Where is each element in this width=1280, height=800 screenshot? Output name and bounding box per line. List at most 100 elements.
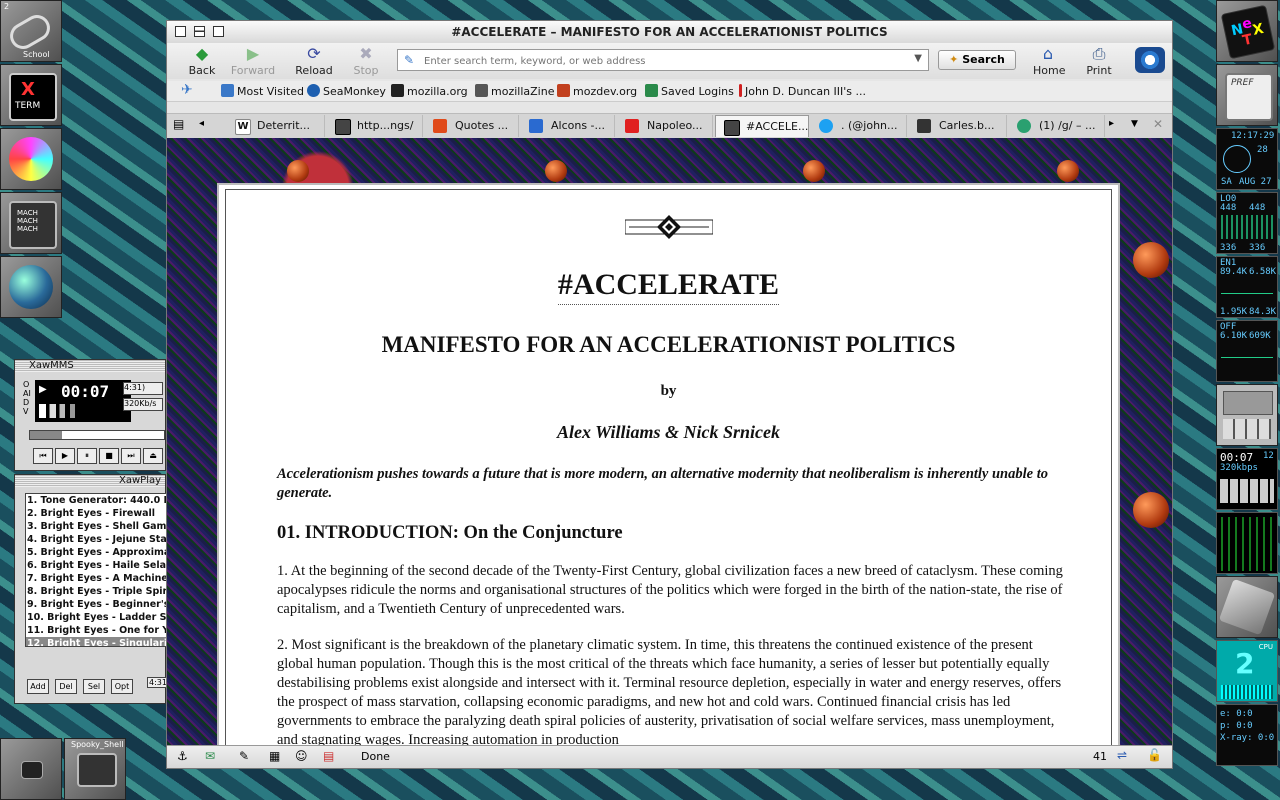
- section-heading: 01. INTRODUCTION: On the Conjuncture: [277, 523, 623, 543]
- xray-line: X-ray: 0:0: [1220, 733, 1275, 743]
- title-bar[interactable]: #ACCELERATE – MANIFESTO FOR AN ACCELERAT…: [167, 21, 1172, 44]
- tab-label: Napoleo...: [647, 119, 703, 132]
- url-input[interactable]: [422, 52, 896, 70]
- prev-button[interactable]: ⏮: [33, 448, 53, 464]
- sel-button[interactable]: Sel: [83, 679, 105, 694]
- tab-quotes[interactable]: Quotes ...: [425, 115, 519, 137]
- tab-accelerate[interactable]: #ACCELE...: [715, 115, 809, 137]
- preferences-tile[interactable]: PREF: [1216, 64, 1278, 126]
- pause-button[interactable]: ⏸: [77, 448, 97, 464]
- tab-alcons[interactable]: Alcons -...: [521, 115, 615, 137]
- navigator-icon[interactable]: ⚓: [177, 749, 188, 763]
- reload-icon: ⟳: [307, 44, 321, 63]
- bookmark-label: Most Visited: [237, 85, 304, 98]
- mach-monitor-tile[interactable]: MACH MACH MACH: [0, 192, 62, 254]
- net-value: 609K: [1249, 331, 1271, 341]
- playlist-item[interactable]: 4. Bright Eyes - Jejune Stars: [26, 533, 166, 546]
- page-content: #ACCELERATE MANIFESTO FOR AN ACCELERATIO…: [167, 138, 1172, 748]
- school-tile[interactable]: 2 School: [0, 0, 62, 62]
- tab-napoleon[interactable]: Napoleo...: [617, 115, 713, 137]
- next-button[interactable]: ⏭: [121, 448, 141, 464]
- mini-controls[interactable]: [1220, 479, 1274, 503]
- net-value: 336: [1249, 243, 1266, 253]
- pen-icon: [645, 84, 658, 97]
- twitter-icon: [819, 119, 833, 133]
- shell-tile[interactable]: [0, 738, 62, 800]
- playlist-item[interactable]: 5. Bright Eyes - Approximate: [26, 546, 166, 559]
- tab-carles[interactable]: Carles.b...: [909, 115, 1007, 137]
- mini-player-controls[interactable]: [1223, 419, 1271, 439]
- chat-icon[interactable]: ☺: [295, 749, 308, 763]
- playlist-item[interactable]: 6. Bright Eyes - Haile Selassie: [26, 559, 166, 572]
- navigation-toolbar: ◆ Back ▶ Forward ⟳ Reload ✖ Stop ✎ ▼ ✦ S…: [167, 43, 1172, 79]
- add-button[interactable]: Add: [27, 679, 49, 694]
- home-button[interactable]: ⌂ Home: [1033, 45, 1065, 78]
- tab-twitter[interactable]: . (@john...: [811, 115, 907, 137]
- calendar-icon[interactable]: ▤: [323, 749, 334, 763]
- globe-icon: [9, 265, 53, 309]
- composer-icon[interactable]: ✎: [239, 749, 249, 763]
- bookmark-mozdev[interactable]: mozdev.org: [557, 84, 637, 98]
- playlist-window: XawPlay 1. Tone Generator: 440.0 Hz 2. B…: [14, 474, 169, 704]
- tab-deterrit[interactable]: W Deterrit...: [227, 115, 325, 137]
- stop-button[interactable]: ■: [99, 448, 119, 464]
- print-button[interactable]: ⎙ Print: [1085, 45, 1113, 78]
- blog-icon: [917, 119, 931, 133]
- bookmark-mozilla-org[interactable]: mozilla.org: [391, 84, 468, 98]
- seek-bar[interactable]: [29, 430, 165, 440]
- scroll-tabs-right-icon[interactable]: ▸: [1109, 118, 1114, 129]
- bookmark-label: mozdev.org: [573, 85, 638, 98]
- stop-button[interactable]: ✖ Stop: [351, 45, 381, 78]
- cd-player-tile[interactable]: [0, 128, 62, 190]
- address-book-icon[interactable]: ▦: [269, 749, 280, 763]
- playlist-item[interactable]: 2. Bright Eyes - Firewall: [26, 507, 166, 520]
- status-count: 41: [1093, 750, 1107, 763]
- tab-list-icon[interactable]: ▤: [173, 117, 184, 131]
- search-button[interactable]: ✦ Search: [938, 50, 1016, 70]
- opt-button[interactable]: Opt: [111, 679, 133, 694]
- bookmark-label: John D. Duncan III's ...: [745, 85, 867, 98]
- security-lock-icon[interactable]: 🔓: [1147, 748, 1162, 762]
- next-logo-tile[interactable]: N e X T: [1216, 0, 1278, 62]
- playlist-item[interactable]: 10. Bright Eyes - Ladder Song: [26, 611, 166, 624]
- del-button[interactable]: Del: [55, 679, 77, 694]
- bookmark-saved-logins[interactable]: Saved Logins: [645, 84, 734, 98]
- article-body: #ACCELERATE MANIFESTO FOR AN ACCELERATIO…: [225, 189, 1112, 748]
- eject-button[interactable]: ⏏: [143, 448, 163, 464]
- dropdown-chevron-icon[interactable]: ▼: [914, 53, 922, 64]
- stop-label: Stop: [353, 64, 379, 77]
- xray-line: p: 0:0: [1220, 721, 1253, 731]
- matrix-rain: [1221, 517, 1273, 571]
- back-button[interactable]: ◆ Back: [187, 44, 217, 78]
- xmms-side-label: OAIDV: [23, 380, 31, 416]
- playlist-item[interactable]: 3. Bright Eyes - Shell Games: [26, 520, 166, 533]
- tab-http[interactable]: http...ngs/: [327, 115, 423, 137]
- mini-player-dockapp[interactable]: [1216, 384, 1278, 446]
- playlist-item[interactable]: 8. Bright Eyes - Triple Spiral: [26, 585, 166, 598]
- play-button[interactable]: ▶: [55, 448, 75, 464]
- playlist-item-selected[interactable]: 12. Bright Eyes - Singularity: [26, 637, 166, 646]
- bookmark-most-visited[interactable]: Most Visited: [221, 84, 304, 98]
- scroll-tabs-left-icon[interactable]: ◂: [199, 118, 204, 129]
- globe-tile[interactable]: [0, 256, 62, 318]
- back-arrow-icon: ◆: [195, 44, 209, 63]
- spooky-shell-tile[interactable]: Spooky_Shell: [64, 738, 126, 800]
- bookmark-seamonkey[interactable]: SeaMonkey: [307, 84, 386, 98]
- url-bar[interactable]: ✎ ▼: [397, 49, 929, 71]
- bookmark-john-duncan[interactable]: John D. Duncan III's ...: [739, 84, 866, 98]
- forward-button[interactable]: ▶ Forward: [230, 45, 276, 78]
- reload-button[interactable]: ⟳ Reload: [295, 44, 333, 78]
- all-tabs-chevron-icon[interactable]: ▼: [1131, 119, 1138, 129]
- bookmark-mozillazine[interactable]: mozillaZine: [475, 84, 554, 98]
- tab-4chan[interactable]: (1) /g/ – ...: [1009, 115, 1105, 137]
- playlist-item[interactable]: 7. Bright Eyes - A Machine Spiritual: [26, 572, 166, 585]
- playlist-item[interactable]: 1. Tone Generator: 440.0 Hz: [26, 494, 166, 507]
- mail-icon[interactable]: ✉: [205, 749, 215, 763]
- cube-tile[interactable]: [1216, 576, 1278, 638]
- page-icon: [724, 120, 740, 136]
- xterm-tile[interactable]: X TERM: [0, 64, 62, 126]
- close-tab-icon[interactable]: ✕: [1153, 117, 1163, 131]
- playlist-item[interactable]: 9. Bright Eyes - Beginner's Mind: [26, 598, 166, 611]
- playlist-item[interactable]: 11. Bright Eyes - One for You: [26, 624, 166, 637]
- bookmarks-menu-icon[interactable]: ✈: [181, 82, 193, 98]
